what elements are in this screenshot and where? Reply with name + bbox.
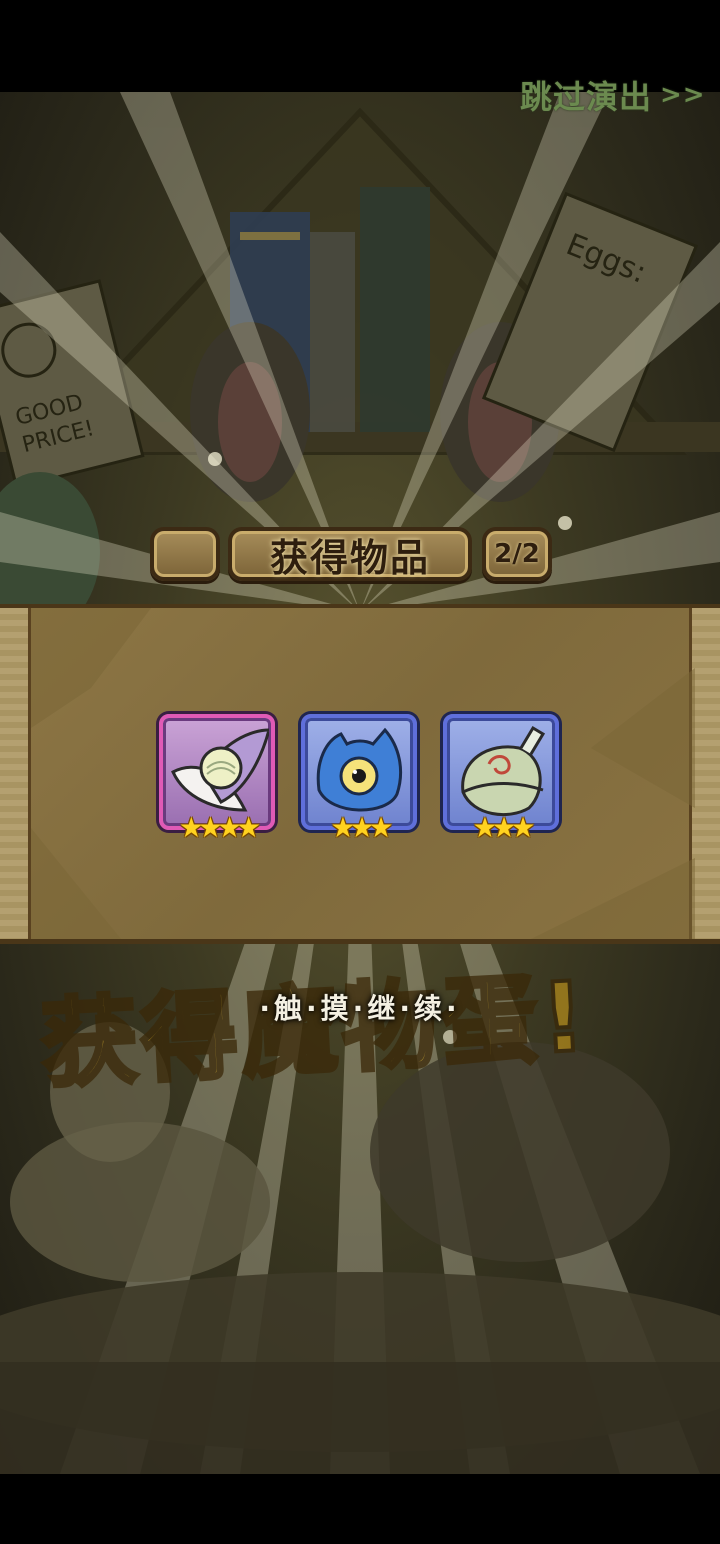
skip-label: 跳过演出 [520,78,653,116]
star-rating: ★★★★ [178,811,261,844]
skip-performance-button[interactable]: 跳过演出 >> [520,70,710,120]
star-rating: ★★★ [330,811,393,844]
panel-left-edge [0,608,28,939]
reward-header: 获得物品 2/2 [0,522,720,581]
reward-panel: ★★★★ ★★★ ★★★ [0,604,720,944]
header-blank-plate [150,527,220,581]
reward-item-2[interactable]: ★★★ [301,714,417,842]
blue-eye-slime-item-icon [316,727,403,812]
page-indicator: 2/2 [494,539,540,569]
panel-right-edge [692,608,720,939]
green-shell-egg-item-icon [461,725,546,816]
star-rating: ★★★ [472,811,535,844]
panel-inner: ★★★★ ★★★ ★★★ [28,608,695,939]
double-chevron-right-icon: >> [660,80,706,110]
touch-to-continue-hint[interactable]: ·触·摸·继·续· [0,982,720,1032]
header-title-plate: 获得物品 [228,527,472,581]
reward-item-3[interactable]: ★★★ [443,714,559,842]
page-title: 获得物品 [269,535,430,580]
feather-leaf-item-icon [171,728,269,812]
game-screen[interactable]: GOOD PRICE! Eggs: 跳过演出 >> 获得物品 2/2 获得魔物蛋… [0,0,720,1544]
reward-item-1[interactable]: ★★★★ [159,714,275,842]
page-indicator-plate: 2/2 [482,527,552,581]
